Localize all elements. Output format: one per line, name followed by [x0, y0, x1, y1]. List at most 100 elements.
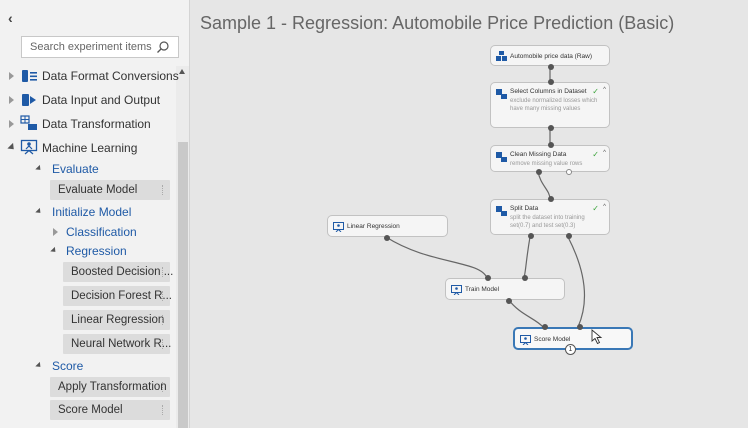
data-io-icon	[22, 94, 36, 106]
scrollbar-thumb[interactable]	[178, 142, 188, 428]
module-linear-regression[interactable]: Linear Regression	[63, 310, 170, 330]
module-title: Linear Regression	[347, 223, 400, 230]
module-title: Split Data	[510, 205, 539, 212]
group-label: Evaluate	[52, 162, 99, 176]
drag-handle[interactable]	[162, 339, 164, 349]
input-port-untrained[interactable]	[485, 275, 491, 281]
module-palette: ‹ Search experiment items Data Format Co…	[0, 0, 190, 428]
module-select-columns[interactable]: Select Columns in Dataset exclude normal…	[490, 79, 610, 131]
collapse-arrow-icon[interactable]	[35, 164, 43, 173]
expand-arrow-icon[interactable]	[9, 72, 14, 80]
wire-clean-to-split	[537, 170, 551, 200]
module-linear-regression[interactable]: Linear Regression	[327, 215, 448, 241]
collapse-arrow-icon[interactable]	[35, 207, 43, 216]
group-evaluate[interactable]: Evaluate	[0, 160, 175, 178]
collapse-caret-icon[interactable]: ^	[603, 204, 606, 210]
module-description: split the dataset into training set(0.7)…	[510, 215, 585, 229]
module-description: exclude normalized losses which have man…	[510, 98, 598, 112]
module-title: Train Model	[465, 286, 500, 293]
drag-handle[interactable]	[162, 382, 164, 392]
module-decision-forest[interactable]: Decision Forest R...	[63, 286, 172, 306]
drag-handle[interactable]	[162, 405, 164, 415]
output-port[interactable]	[506, 298, 512, 304]
group-initialize-model[interactable]: Initialize Model	[0, 203, 175, 221]
group-label: Regression	[66, 244, 127, 258]
output-port-unused[interactable]	[566, 169, 572, 175]
search-icon[interactable]	[156, 40, 170, 54]
drag-handle[interactable]	[162, 185, 164, 195]
collapse-caret-icon[interactable]: ^	[603, 87, 606, 93]
mouse-cursor-icon	[591, 329, 603, 345]
module-label: Decision Forest R...	[71, 290, 172, 302]
scroll-up-icon[interactable]	[179, 69, 185, 74]
drag-handle[interactable]	[162, 291, 164, 301]
collapse-arrow-icon[interactable]	[7, 142, 17, 153]
machine-learning-icon	[520, 335, 531, 345]
category-data-format-conversions[interactable]: Data Format Conversions	[0, 66, 179, 86]
module-title: Clean Missing Data	[510, 151, 567, 158]
drag-handle[interactable]	[162, 267, 164, 277]
module-label: Score Model	[58, 404, 123, 416]
group-label: Initialize Model	[52, 205, 132, 219]
category-data-input-output[interactable]: Data Input and Output	[0, 90, 175, 110]
collapse-caret-icon[interactable]: ^	[603, 150, 606, 156]
module-title: Automobile price data (Raw)	[510, 53, 593, 60]
category-machine-learning[interactable]: Machine Learning	[0, 138, 175, 158]
collapse-palette-button[interactable]: ‹	[8, 10, 13, 26]
input-port-model[interactable]	[542, 324, 548, 330]
expand-arrow-icon[interactable]	[9, 120, 14, 128]
category-data-transformation[interactable]: Data Transformation	[0, 114, 175, 134]
transform-icon	[496, 206, 507, 216]
group-label: Classification	[66, 225, 137, 239]
output-port[interactable]	[536, 169, 542, 175]
check-icon: ✓	[592, 150, 599, 159]
module-label: Linear Regression	[71, 314, 165, 326]
machine-learning-icon	[20, 139, 38, 155]
module-neural-network[interactable]: Neural Network R...	[63, 334, 172, 354]
expand-arrow-icon[interactable]	[53, 228, 58, 236]
output-port[interactable]	[384, 235, 390, 241]
module-clean-missing-data[interactable]: Clean Missing Data remove missing value …	[490, 142, 610, 175]
input-port[interactable]	[548, 142, 554, 148]
category-label: Data Format Conversions	[42, 69, 179, 83]
input-port[interactable]	[548, 196, 554, 202]
machine-learning-icon	[333, 222, 344, 232]
module-label: Neural Network R...	[71, 338, 172, 350]
output-port-badge[interactable]: 1	[565, 344, 576, 355]
machine-learning-icon	[451, 285, 462, 295]
check-icon: ✓	[592, 204, 599, 213]
module-apply-transformation[interactable]: Apply Transformation	[50, 377, 170, 397]
data-transform-icon	[20, 115, 37, 130]
group-regression[interactable]: Regression	[0, 242, 175, 260]
search-input[interactable]: Search experiment items	[21, 36, 179, 58]
output-port-train[interactable]	[528, 233, 534, 239]
module-label: Apply Transformation	[58, 381, 167, 393]
group-classification[interactable]: Classification	[0, 223, 175, 241]
module-label: Evaluate Model	[58, 184, 138, 196]
input-port-data[interactable]	[577, 324, 583, 330]
data-format-icon	[22, 70, 37, 82]
output-port-test[interactable]	[566, 233, 572, 239]
search-placeholder: Search experiment items	[30, 41, 152, 53]
module-evaluate-model[interactable]: Evaluate Model	[50, 180, 170, 200]
module-score-model[interactable]: Score Model	[50, 400, 170, 420]
dataset-icon	[496, 51, 507, 61]
module-train-model[interactable]: Train Model	[445, 275, 565, 304]
check-icon: ✓	[592, 87, 599, 96]
collapse-arrow-icon[interactable]	[35, 361, 43, 370]
collapse-arrow-icon[interactable]	[50, 246, 58, 255]
output-port[interactable]	[548, 125, 554, 131]
input-port[interactable]	[548, 79, 554, 85]
module-description: remove missing value rows	[510, 161, 583, 167]
wire-split-to-score	[567, 236, 586, 328]
expand-arrow-icon[interactable]	[9, 96, 14, 104]
input-port-data[interactable]	[522, 275, 528, 281]
module-boosted-decision-tree[interactable]: Boosted Decision ...	[63, 262, 173, 282]
experiment-canvas[interactable]: Sample 1 - Regression: Automobile Price …	[190, 0, 748, 428]
module-automobile-price-data[interactable]: Automobile price data (Raw)	[490, 45, 610, 70]
group-score[interactable]: Score	[0, 357, 175, 375]
output-port[interactable]	[548, 64, 554, 70]
module-split-data[interactable]: Split Data split the dataset into traini…	[490, 196, 610, 239]
transform-icon	[496, 152, 507, 162]
drag-handle[interactable]	[162, 315, 164, 325]
